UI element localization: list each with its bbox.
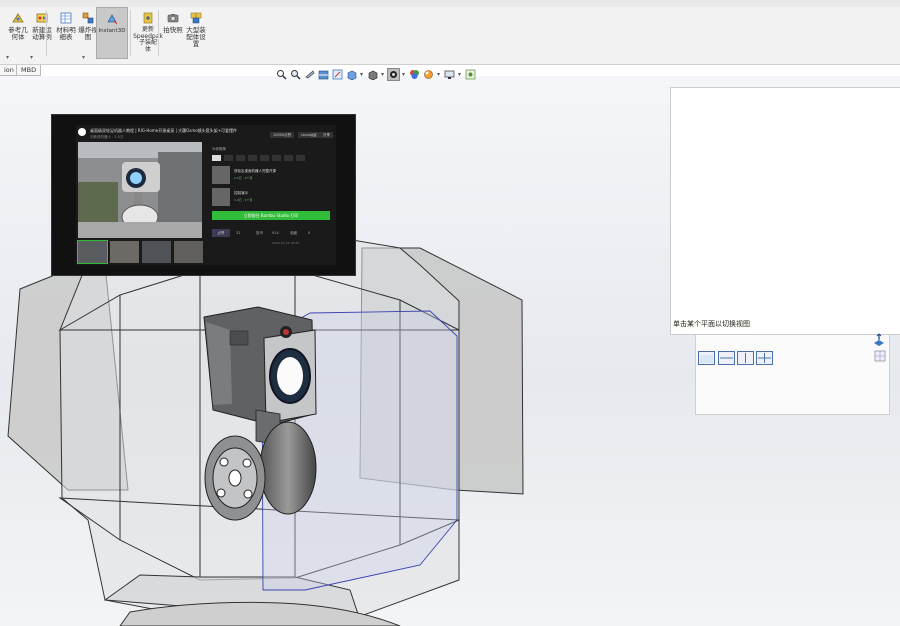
coin-label[interactable]: 投币: [256, 231, 263, 236]
ribbon-dropdown[interactable]: ▾: [6, 54, 9, 61]
view-cube-small-icon[interactable]: [874, 350, 886, 362]
filter-chip[interactable]: [212, 155, 221, 161]
video-uploader: @斯悠机器人 · 1.5万: [90, 135, 124, 139]
four-view-button[interactable]: [756, 351, 773, 365]
view-settings-dropdown[interactable]: ▾: [458, 71, 462, 78]
filter-chip[interactable]: [272, 155, 281, 161]
large-assembly-settings-button[interactable]: 大型装 配体设 置: [178, 7, 214, 57]
dynamic-annotation-icon[interactable]: [332, 69, 343, 80]
display-style-icon[interactable]: [367, 69, 378, 80]
thumbnail[interactable]: [110, 241, 139, 263]
instant3d-label: Instant3D: [98, 28, 126, 34]
like-count: 32: [236, 231, 241, 235]
speedpak-icon: [141, 11, 155, 25]
exploded-view-icon: [81, 11, 95, 25]
recommendation-panel: 为你推荐 双轮足桌面机器人完整开源 2.5万 · 5个月 控制演示 1.9万 ·…: [212, 147, 332, 262]
recommended-meta: 2.5万 · 5个月: [234, 176, 253, 180]
favorite-label[interactable]: 收藏: [290, 231, 297, 236]
tab-mbd[interactable]: MBD: [16, 65, 42, 76]
recommended-thumbnail: [212, 188, 230, 206]
thumbnail[interactable]: [174, 241, 203, 263]
recommended-video[interactable]: 控制演示 1.9万 · 2个月: [212, 188, 330, 208]
zoom-to-fit-icon[interactable]: [276, 69, 287, 80]
previous-view-icon[interactable]: [304, 69, 315, 80]
apply-scene-dropdown[interactable]: ▾: [437, 71, 441, 78]
robot-photo: [78, 142, 202, 238]
view-settings-icon[interactable]: [444, 69, 455, 80]
large-assembly-settings-label: 大型装 配体设 置: [186, 26, 206, 48]
video-player-window[interactable]: 桌面级双轮足机器人教程 | RIG-Home开源桌宠 | 大疆Osmo镜头套头架…: [51, 114, 356, 276]
video-page: 桌面级双轮足机器人教程 | RIG-Home开源桌宠 | 大疆Osmo镜头套头架…: [76, 125, 336, 265]
filter-chip[interactable]: [296, 155, 305, 161]
two-view-horizontal-button[interactable]: [718, 351, 735, 365]
ribbon-separator: [46, 10, 47, 56]
share-button[interactable]: 分享: [320, 132, 333, 138]
thumbnail[interactable]: [77, 240, 108, 264]
exploded-view-label: 爆炸视 图: [78, 26, 98, 41]
like-button[interactable]: 点赞: [212, 229, 230, 237]
instant3d-button[interactable]: Instant3D: [96, 7, 128, 59]
view-orientation-icon[interactable]: [346, 69, 357, 80]
filter-chip[interactable]: [224, 155, 233, 161]
zoom-to-area-icon[interactable]: [290, 69, 301, 80]
display-style-dropdown[interactable]: ▾: [381, 71, 385, 78]
ribbon-dropdown[interactable]: ▾: [30, 54, 33, 61]
apply-scene-icon[interactable]: [423, 69, 434, 80]
edit-appearance-icon[interactable]: [409, 69, 420, 80]
exploded-view-dropdown[interactable]: ▾: [82, 54, 85, 61]
recommended-title: 双轮足桌面机器人完整开源: [234, 169, 276, 173]
ribbon-top-strip: [0, 0, 900, 7]
video-frame-image[interactable]: [78, 142, 202, 238]
favorite-count-button[interactable]: 18000收藏: [298, 132, 320, 138]
two-view-vertical-button[interactable]: [737, 351, 754, 365]
recommended-meta: 1.9万 · 2个月: [234, 198, 253, 202]
view-selector-tooltip: 单击某个平面以切换视图: [671, 319, 752, 329]
publish-date: 2024-03-19 18:00: [272, 241, 300, 245]
thumbnail[interactable]: [142, 241, 171, 263]
print-cta-button[interactable]: 立即前往 Bambu Studio 打印: [212, 211, 330, 220]
filter-chip[interactable]: [284, 155, 293, 161]
single-view-button[interactable]: [698, 351, 715, 365]
favorite-count: 0: [308, 231, 311, 235]
filter-chips: [212, 155, 330, 162]
heads-up-view-toolbar: ▾ ▾ ▾ ▾ ▾: [276, 66, 528, 82]
large-assembly-icon: [189, 11, 203, 25]
filter-chip[interactable]: [248, 155, 257, 161]
recommended-video[interactable]: 双轮足桌面机器人完整开源 2.5万 · 5个月: [212, 166, 330, 186]
thumbnail-strip: [77, 240, 203, 264]
view-orientation-dropdown[interactable]: ▾: [360, 71, 364, 78]
video-title: 桌面级双轮足机器人教程 | RIG-Home开源桌宠 | 大疆Osmo镜头套头架…: [90, 128, 238, 133]
coin-count: 914: [272, 231, 279, 235]
command-manager-ribbon: 参考几 何体 新建运 动算例 材料明 细表 爆炸视 图 ▾ Instant3D …: [0, 0, 900, 65]
recommended-title: 控制演示: [234, 191, 248, 195]
hide-show-dropdown[interactable]: ▾: [402, 71, 406, 78]
section-view-icon[interactable]: [318, 69, 329, 80]
display-pane-icon[interactable]: [465, 69, 476, 80]
filter-chip[interactable]: [260, 155, 269, 161]
recommended-thumbnail: [212, 166, 230, 184]
uploader-avatar[interactable]: [78, 128, 86, 136]
reference-geometry-icon: [11, 11, 25, 25]
instant3d-icon: [105, 12, 119, 26]
view-selector-icon[interactable]: [872, 333, 886, 347]
filter-chip[interactable]: [236, 155, 245, 161]
model-preview-window: [670, 87, 900, 335]
recommend-heading: 为你推荐: [212, 147, 226, 151]
hide-show-items-icon[interactable]: [387, 67, 400, 81]
video-stats: 点赞 32 投币 914 收藏 0: [212, 229, 330, 239]
like-count-button[interactable]: 10000点赞: [270, 132, 295, 138]
